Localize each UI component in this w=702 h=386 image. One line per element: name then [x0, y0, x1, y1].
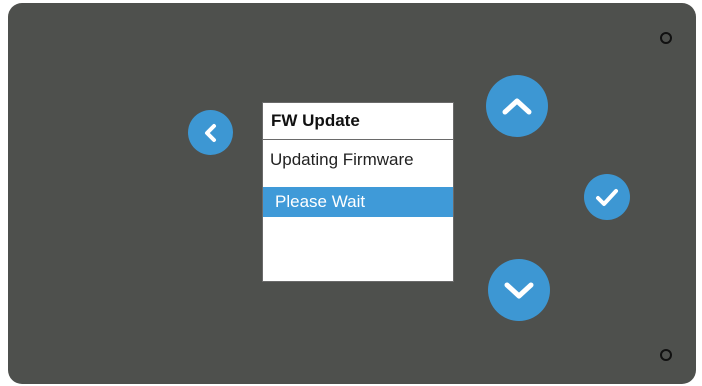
screen-title: FW Update	[263, 103, 453, 140]
back-button[interactable]	[188, 110, 233, 155]
chevron-down-icon	[504, 282, 534, 299]
screen-selected-item: Please Wait	[263, 187, 453, 217]
display-screen: FW Update Updating Firmware Please Wait	[262, 102, 454, 282]
ok-button[interactable]	[584, 174, 630, 220]
chevron-left-icon	[204, 123, 216, 142]
down-button[interactable]	[488, 259, 550, 321]
check-icon	[596, 189, 618, 206]
device-panel: FW Update Updating Firmware Please Wait	[8, 3, 696, 384]
screen-status-text: Updating Firmware	[270, 150, 414, 169]
up-button[interactable]	[486, 75, 548, 137]
chevron-up-icon	[502, 98, 532, 115]
screw-bottom	[660, 349, 672, 361]
screw-top	[660, 32, 672, 44]
